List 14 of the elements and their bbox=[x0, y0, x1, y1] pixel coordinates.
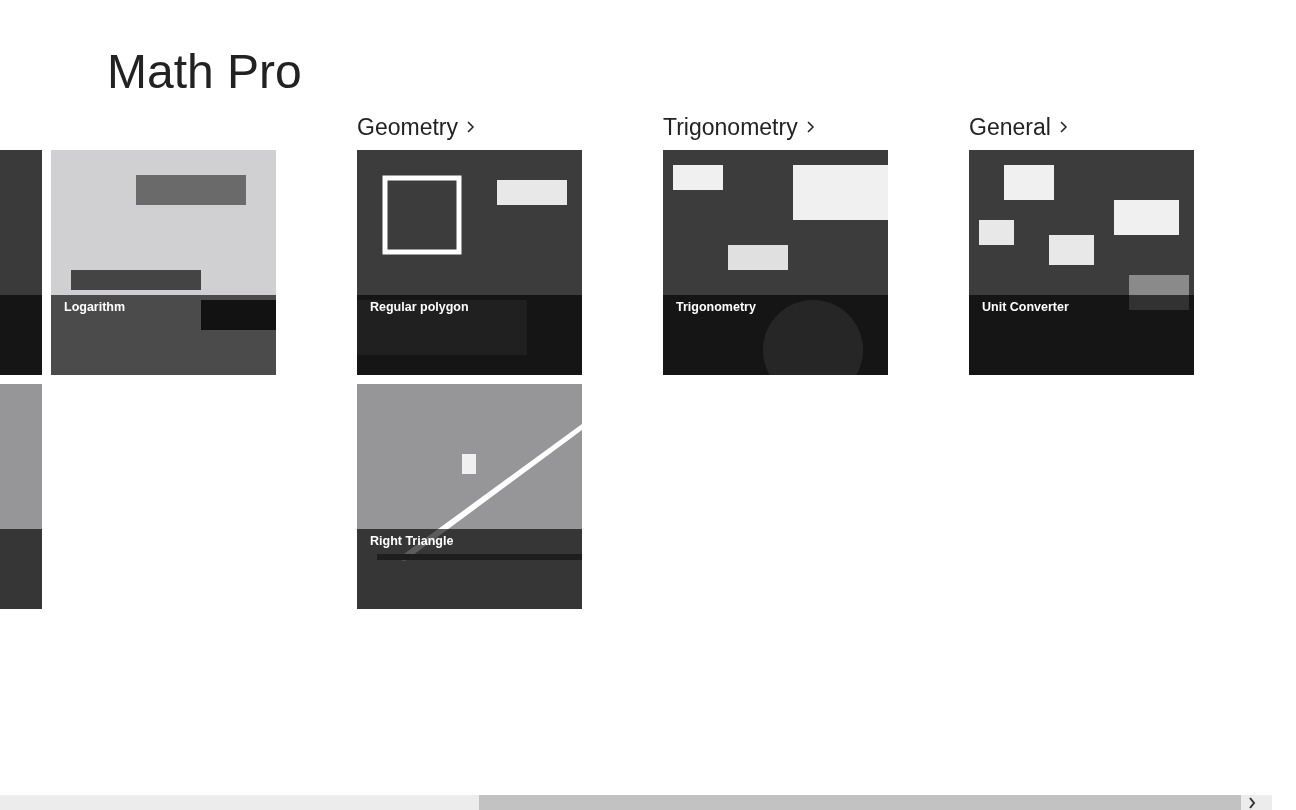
chevron-icon bbox=[1058, 120, 1068, 134]
tile-label: Unit Converter bbox=[982, 300, 1069, 314]
tile-label: Logarithm bbox=[64, 300, 126, 314]
chevron-icon bbox=[805, 120, 815, 134]
group-header-link[interactable]: Trigonometry bbox=[663, 114, 815, 140]
horizontal-scrollbar[interactable] bbox=[0, 795, 1272, 810]
chevron-icon bbox=[466, 120, 475, 134]
group-header-link[interactable]: General bbox=[969, 114, 1068, 140]
scrollbar-thumb[interactable] bbox=[479, 795, 1241, 810]
app-title: Math Pro bbox=[106, 44, 303, 100]
tile-label: Trigonometry bbox=[676, 300, 756, 314]
tile-label: Regular polygon bbox=[370, 300, 469, 314]
group-header-link[interactable]: Geometry bbox=[357, 114, 475, 140]
tile-label: Right Triangle bbox=[370, 534, 454, 548]
